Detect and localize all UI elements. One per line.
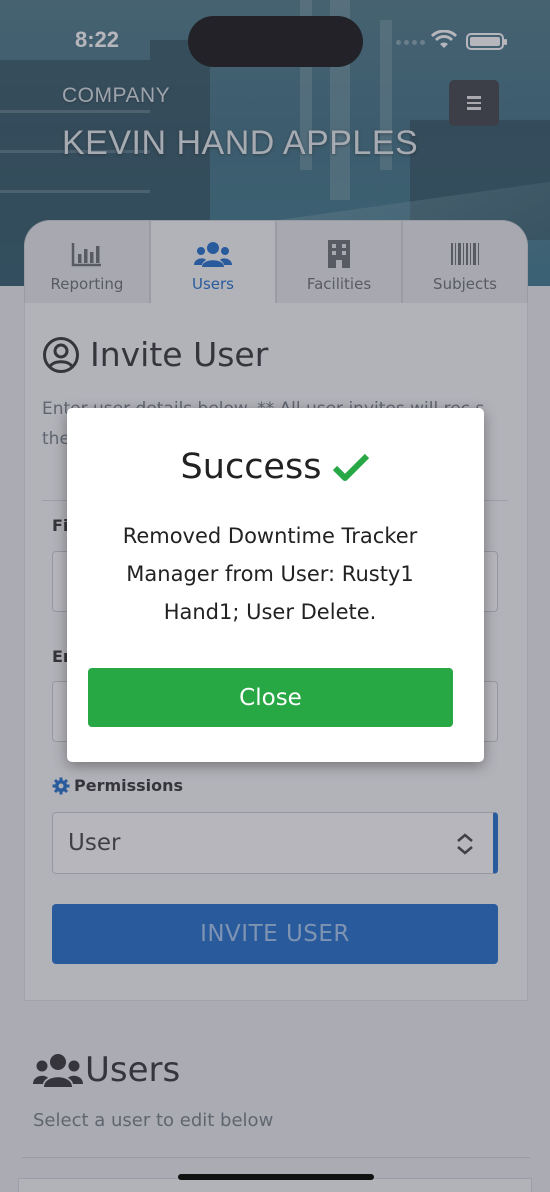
- home-indicator: [178, 1174, 374, 1180]
- close-button[interactable]: Close: [88, 668, 453, 727]
- modal-title: Success: [0, 447, 550, 487]
- checkmark-icon: [333, 453, 370, 481]
- modal-message: Removed Downtime Tracker Manager from Us…: [122, 524, 418, 624]
- modal-title-text: Success: [180, 447, 322, 487]
